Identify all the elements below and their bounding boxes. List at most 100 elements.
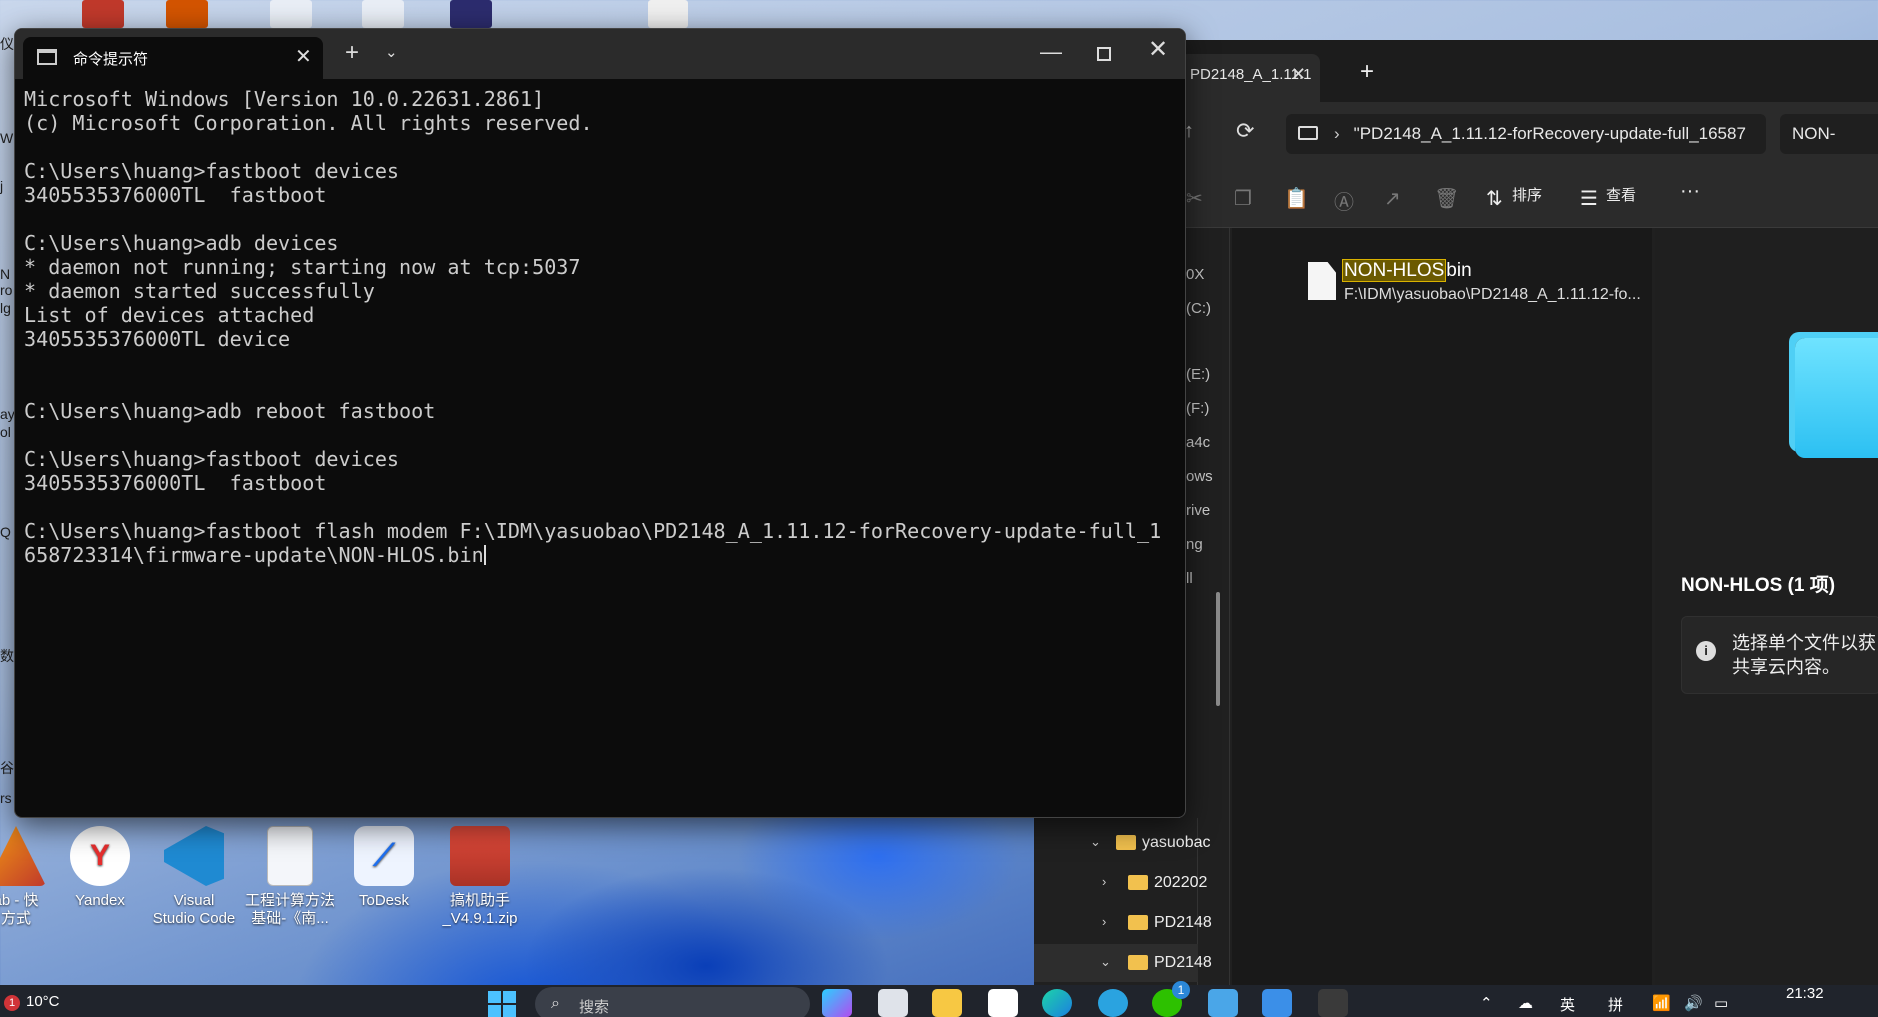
tree-item[interactable]: › 202202 bbox=[1034, 864, 1207, 902]
console-line: 3405535376000TL device bbox=[24, 327, 291, 351]
tree-item[interactable]: ⌄ yasuobac bbox=[1034, 824, 1211, 862]
tree-item[interactable]: › PD2148 bbox=[1034, 904, 1212, 942]
address-text: "PD2148_A_1.11.12-forRecovery-update-ful… bbox=[1353, 124, 1746, 143]
powerpoint-icon bbox=[450, 0, 492, 28]
remote-desktop-icon[interactable] bbox=[1208, 989, 1238, 1017]
clock[interactable]: 21:32 bbox=[1786, 985, 1824, 1002]
file-path: F:\IDM\yasuobao\PD2148_A_1.11.12-fo... bbox=[1344, 286, 1641, 303]
nav-item[interactable]: a4c bbox=[1186, 434, 1210, 451]
nav-item[interactable]: (E:) bbox=[1186, 366, 1210, 383]
wifi-icon[interactable]: 📶 bbox=[1652, 994, 1671, 1012]
new-tab-button[interactable]: + bbox=[1360, 58, 1374, 86]
chevron-down-icon[interactable]: ⌄ bbox=[1090, 834, 1101, 850]
telegram-icon[interactable] bbox=[1098, 989, 1128, 1017]
nav-item[interactable]: rive bbox=[1186, 502, 1210, 519]
tree-item-label: PD2148 bbox=[1154, 954, 1212, 971]
nav-item[interactable]: (F:) bbox=[1186, 400, 1209, 417]
language-indicator[interactable]: 英 bbox=[1560, 994, 1575, 1015]
share-icon[interactable]: ↗ bbox=[1384, 186, 1401, 211]
copy-icon[interactable]: ❐ bbox=[1234, 186, 1252, 211]
store-icon[interactable] bbox=[988, 989, 1018, 1017]
word-doc-icon bbox=[267, 826, 313, 886]
desktop-icon-label: ToDesk bbox=[358, 892, 410, 909]
minimize-button[interactable]: — bbox=[1040, 39, 1062, 65]
file-name[interactable]: NON-HLOS bin bbox=[1342, 259, 1472, 282]
search-highlight: NON-HLOS bbox=[1342, 259, 1447, 282]
explorer-tab[interactable]: PD2148_A_1.11.1 ✕ bbox=[1180, 54, 1320, 102]
console-line: C:\Users\huang>fastboot flash modem F:\I… bbox=[24, 519, 1162, 543]
weather-widget[interactable]: 1 10°C bbox=[4, 993, 60, 1011]
close-icon[interactable]: ✕ bbox=[1291, 64, 1306, 85]
tree-item-label: 202202 bbox=[1154, 874, 1208, 891]
edge-icon[interactable] bbox=[1042, 989, 1072, 1017]
desktop-label-fragment: 数 bbox=[0, 648, 14, 664]
refresh-icon[interactable]: ⟳ bbox=[1236, 118, 1254, 144]
terminal-titlebar[interactable]: 命令提示符 ✕ + ⌄ — ✕ bbox=[15, 29, 1185, 79]
nav-item[interactable]: ll bbox=[1186, 570, 1193, 587]
terminal-taskbar-icon[interactable] bbox=[1318, 989, 1348, 1017]
file-icon bbox=[1308, 262, 1336, 300]
chevron-down-icon[interactable]: ⌄ bbox=[385, 43, 398, 61]
terminal-tab[interactable]: 命令提示符 ✕ bbox=[23, 37, 323, 79]
explorer-address-bar: ↑ ⟳ › "PD2148_A_1.11.12-forRecovery-updat… bbox=[1180, 102, 1878, 164]
maximize-button[interactable] bbox=[1097, 47, 1111, 61]
nav-item[interactable]: 0X bbox=[1186, 266, 1204, 283]
chevron-right-icon[interactable]: › bbox=[1102, 874, 1106, 889]
app-icon[interactable] bbox=[1262, 989, 1292, 1017]
desktop-label-fragment: 仪 bbox=[0, 36, 14, 52]
copilot-icon[interactable] bbox=[822, 989, 852, 1017]
console-line: 658723314\firmware-update\NON-HLOS.bin bbox=[24, 543, 486, 567]
console-line: (c) Microsoft Corporation. All rights re… bbox=[24, 111, 593, 135]
nav-item[interactable]: ng bbox=[1186, 536, 1203, 553]
desktop-icon-word-doc[interactable]: 工程计算方法 基础-《南... bbox=[244, 826, 336, 928]
explorer-tree-pane: ⌄ yasuobac › 202202 › PD2148 ⌄ PD2148 bbox=[1034, 818, 1212, 985]
close-window-button[interactable]: ✕ bbox=[1148, 35, 1168, 64]
details-pane: NON-HLOS (1 项) i 选择单个文件以获 共享云内容。 bbox=[1655, 228, 1878, 985]
onedrive-icon[interactable]: ☁ bbox=[1518, 994, 1533, 1012]
close-icon[interactable]: ✕ bbox=[295, 44, 312, 69]
nav-item[interactable]: ows bbox=[1186, 468, 1213, 485]
start-button[interactable] bbox=[488, 991, 516, 1017]
windows-logo-icon bbox=[488, 991, 501, 1003]
chevron-right-icon[interactable]: › bbox=[1102, 914, 1106, 929]
cut-icon[interactable]: ✂ bbox=[1186, 186, 1203, 211]
archive-icon bbox=[82, 0, 124, 28]
desktop-label-fragment: N bbox=[0, 266, 11, 282]
chevron-down-icon[interactable]: ⌄ bbox=[1100, 954, 1111, 970]
view-button[interactable]: 查看 bbox=[1606, 184, 1636, 205]
desktop-label-fragment: W bbox=[0, 130, 14, 146]
ime-indicator[interactable]: 拼 bbox=[1608, 994, 1623, 1015]
more-options-button[interactable]: ··· bbox=[1680, 180, 1700, 203]
task-view-icon[interactable] bbox=[878, 989, 908, 1017]
desktop-icon-vscode[interactable]: Visual Studio Code bbox=[148, 826, 240, 928]
desktop-icon-zip-archive[interactable]: 搞机助手 _V4.9.1.zip bbox=[434, 826, 526, 928]
battery-icon[interactable]: ▭ bbox=[1714, 994, 1728, 1012]
taskbar-search[interactable]: ⌕ 搜索 bbox=[535, 987, 810, 1017]
info-icon: i bbox=[1696, 641, 1716, 661]
chevron-up-icon[interactable]: ⌃ bbox=[1480, 994, 1493, 1012]
new-tab-button[interactable]: + bbox=[345, 39, 359, 67]
sort-button[interactable]: 排序 bbox=[1512, 184, 1542, 205]
desktop-icon-yandex[interactable]: Y Yandex bbox=[54, 826, 146, 910]
file-explorer-icon[interactable] bbox=[932, 989, 962, 1017]
folder-preview-icon bbox=[1795, 338, 1878, 458]
rename-icon[interactable]: Ⓐ bbox=[1334, 186, 1354, 215]
nav-item[interactable]: (C:) bbox=[1186, 300, 1211, 317]
search-input[interactable]: NON- bbox=[1780, 114, 1878, 154]
desktop-label-fragment: lg bbox=[0, 300, 11, 316]
folder-icon bbox=[1116, 835, 1136, 850]
desktop-icon-matlab[interactable]: ab - 快 方式 bbox=[0, 826, 62, 928]
tree-item-selected[interactable]: ⌄ PD2148 bbox=[1034, 944, 1212, 982]
address-field[interactable]: › "PD2148_A_1.11.12-forRecovery-update-fu… bbox=[1286, 114, 1766, 154]
volume-icon[interactable]: 🔊 bbox=[1684, 994, 1703, 1012]
console-output[interactable]: Microsoft Windows [Version 10.0.22631.28… bbox=[24, 87, 1174, 807]
desktop-icon-label: 搞机助手 _V4.9.1.zip bbox=[442, 892, 518, 927]
scrollbar-thumb[interactable] bbox=[1216, 592, 1220, 706]
desktop-icon-todesk[interactable]: ⟋ ToDesk bbox=[338, 826, 430, 910]
details-info-card: i 选择单个文件以获 共享云内容。 bbox=[1681, 616, 1878, 694]
desktop-label-fragment: ay bbox=[0, 406, 14, 422]
matlab-icon bbox=[0, 826, 46, 886]
delete-icon[interactable]: 🗑 bbox=[1434, 186, 1459, 211]
paste-icon[interactable]: 📋 bbox=[1284, 186, 1309, 211]
